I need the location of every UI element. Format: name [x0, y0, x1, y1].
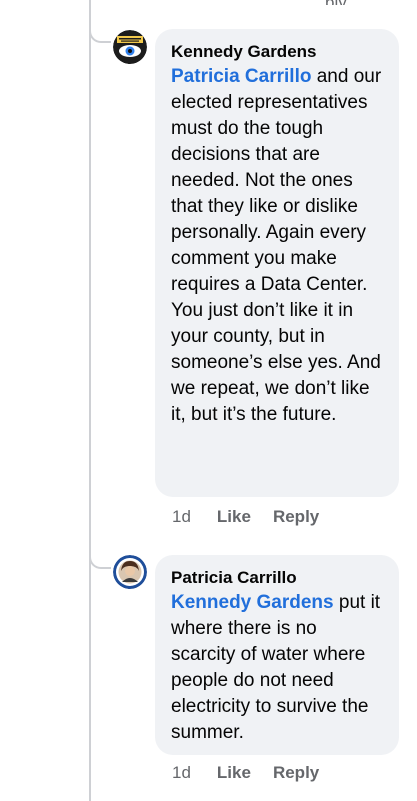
- reply-connector: [89, 31, 111, 43]
- comment-body: and our elected representatives must do …: [171, 66, 382, 425]
- like-button[interactable]: Like: [217, 507, 251, 527]
- comment-bubble: Patricia Carrillo Kennedy Gardens put it…: [155, 555, 399, 755]
- reply-button[interactable]: Reply: [273, 507, 319, 527]
- comment-author[interactable]: Patricia Carrillo: [171, 566, 383, 590]
- comment-timestamp[interactable]: 1d: [172, 507, 191, 527]
- comment-actions: 1d Like Reply: [172, 507, 341, 527]
- mention-link[interactable]: Kennedy Gardens: [171, 592, 334, 613]
- reply-connector: [89, 557, 111, 569]
- thread-line: [89, 0, 91, 801]
- comment-timestamp[interactable]: 1d: [172, 763, 191, 783]
- comment-body: put it where there is no scarcity of wat…: [171, 592, 381, 743]
- comment-bubble: Kennedy Gardens Patricia Carrillo and ou…: [155, 29, 399, 497]
- kennedy-gardens-logo-icon[interactable]: [113, 30, 147, 64]
- comment-text: Kennedy Gardens put it where there is no…: [171, 590, 383, 746]
- user-avatar-icon[interactable]: [113, 555, 147, 589]
- reply-button[interactable]: Reply: [273, 763, 319, 783]
- previous-comment-reply-link[interactable]: ply: [325, 0, 353, 5]
- like-button[interactable]: Like: [217, 763, 251, 783]
- mention-link[interactable]: Patricia Carrillo: [171, 66, 311, 87]
- comment-author[interactable]: Kennedy Gardens: [171, 40, 383, 64]
- comment-text: Patricia Carrillo and our elected repres…: [171, 64, 383, 428]
- comment-actions: 1d Like Reply: [172, 763, 341, 783]
